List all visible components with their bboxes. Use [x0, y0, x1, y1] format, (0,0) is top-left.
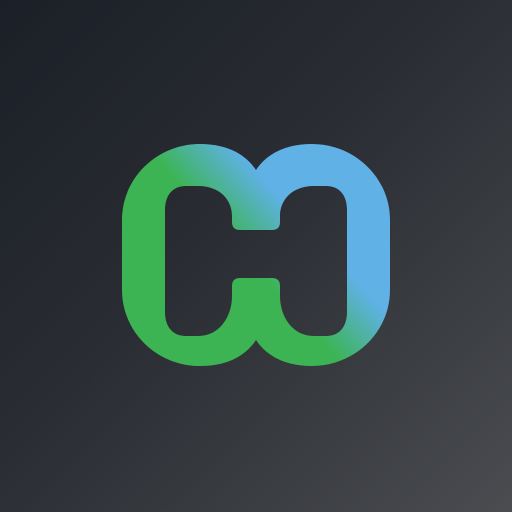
connector-logo-icon: [122, 144, 390, 366]
logo-outer-shape: [122, 144, 390, 366]
app-icon-canvas: [0, 0, 512, 512]
